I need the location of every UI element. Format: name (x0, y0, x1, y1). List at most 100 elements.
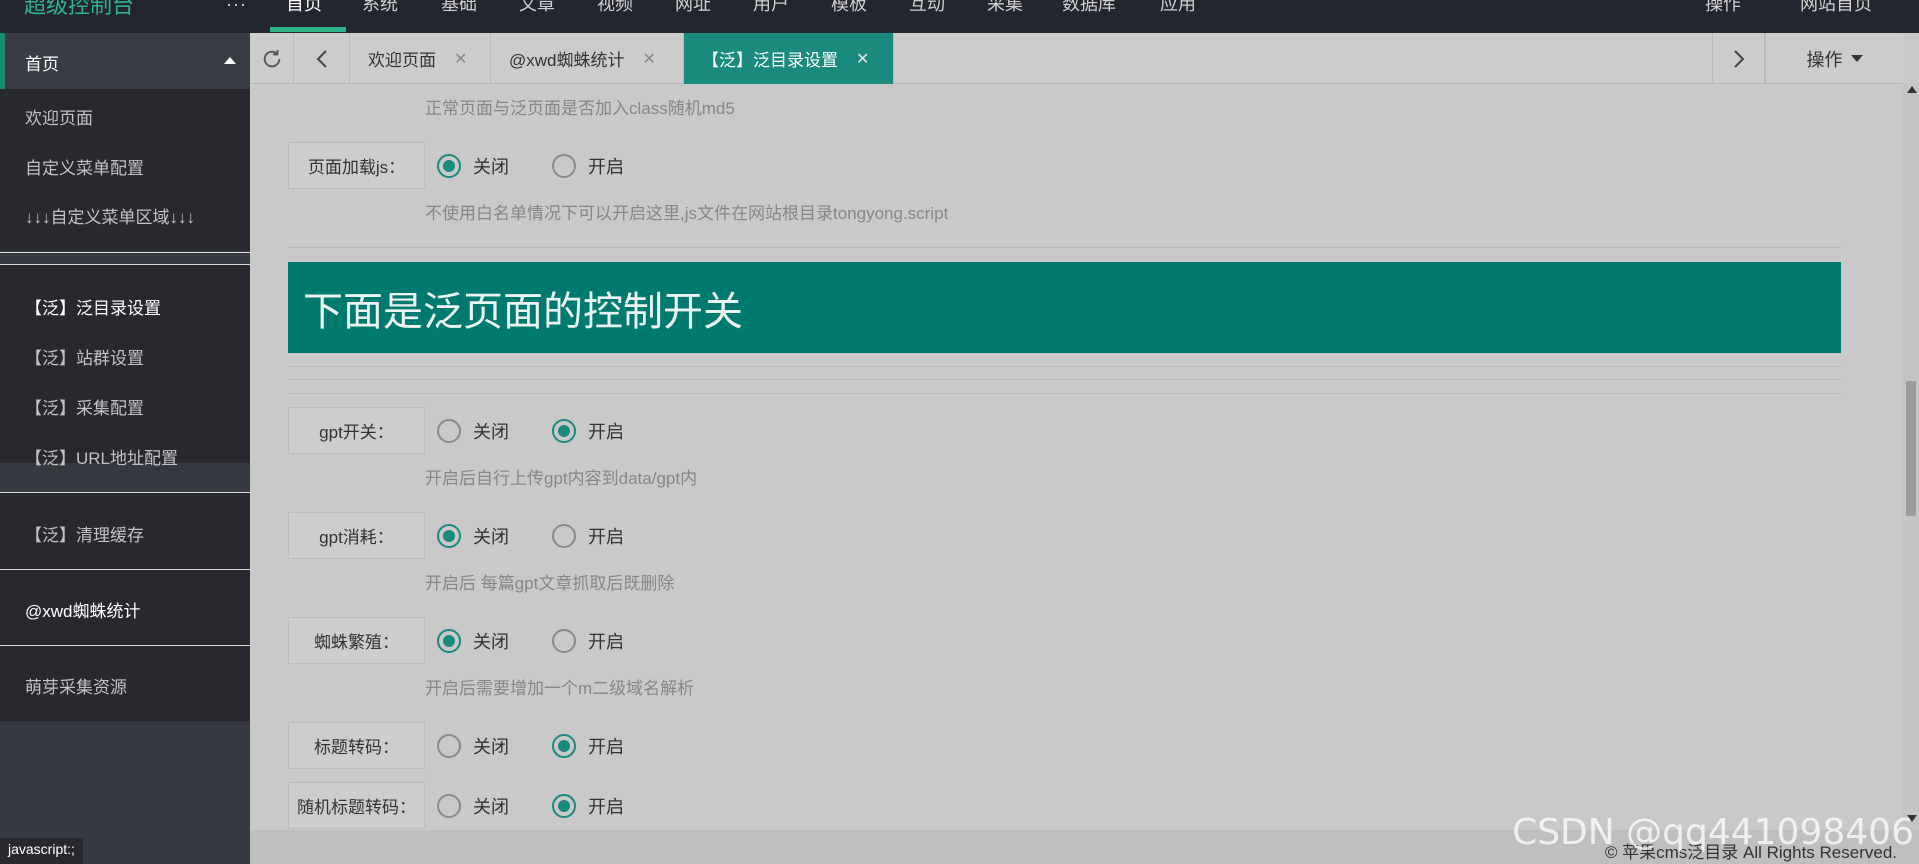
more-menu-icon[interactable]: ··· (226, 0, 247, 15)
radio-label: 开启 (588, 632, 624, 652)
section-banner: 下面是泛页面的控制开关 (288, 262, 1841, 353)
status-bar-link: javascript:; (0, 838, 83, 864)
vertical-scrollbar[interactable] (1903, 84, 1919, 830)
csdn-watermark: CSDN @qq441098406 (1512, 812, 1914, 853)
radio-page-js-on[interactable]: 开启 (552, 153, 624, 179)
field-label-title-transcode: 标题转码： (288, 722, 425, 769)
sidebar-divider (0, 264, 250, 265)
field-hint: 正常页面与泛页面是否加入class随机md5 (425, 99, 735, 118)
radio-label: 关闭 (473, 527, 509, 547)
sidebar-item-welcome[interactable]: 欢迎页面 (25, 104, 93, 129)
sidebar-item-site-group[interactable]: 【泛】站群设置 (25, 344, 144, 369)
field-hint: 不使用白名单情况下可以开启这里,js文件在网站根目录tongyong.scrip… (425, 204, 949, 223)
radio-checked-icon (437, 524, 461, 548)
sidebar-head-label: 首页 (25, 55, 59, 74)
sidebar-item-custom-menu[interactable]: 自定义菜单配置 (25, 154, 144, 179)
field-label-spider-breed: 蜘蛛繁殖： (288, 617, 425, 664)
tab-label: 【泛】泛目录设置 (702, 51, 838, 70)
divider (288, 247, 1841, 248)
sidebar-head-home[interactable]: 首页 (0, 33, 250, 89)
nav-article[interactable]: 文章 (519, 0, 555, 16)
close-icon[interactable]: ✕ (643, 49, 656, 69)
tab-bar: 欢迎页面 ✕ @xwd蜘蛛统计 ✕ 【泛】泛目录设置 ✕ 操作 (250, 33, 1903, 84)
radio-gpt-switch-on[interactable]: 开启 (552, 418, 624, 444)
sidebar-item-collect-config[interactable]: 【泛】采集配置 (25, 394, 144, 419)
tab-prev-icon[interactable] (294, 33, 350, 84)
refresh-icon[interactable] (250, 33, 294, 84)
tab-spider-stats[interactable]: @xwd蜘蛛统计 ✕ (491, 33, 684, 84)
radio-unchecked-icon (552, 629, 576, 653)
close-icon[interactable]: ✕ (856, 49, 869, 69)
field-hint: 开启后需要增加一个m二级域名解析 (425, 679, 695, 698)
app-logo[interactable]: 超级控制台 (24, 0, 134, 20)
tab-fan-dir-settings[interactable]: 【泛】泛目录设置 ✕ (684, 33, 894, 84)
radio-label: 开启 (588, 157, 624, 177)
divider (288, 393, 1841, 394)
nav-template[interactable]: 模板 (831, 0, 867, 16)
scrollbar-thumb[interactable] (1906, 381, 1916, 516)
radio-label: 关闭 (473, 737, 509, 757)
caret-up-icon (224, 57, 236, 64)
caret-down-icon (1850, 55, 1863, 62)
radio-unchecked-icon (552, 154, 576, 178)
nav-collect[interactable]: 采集 (987, 0, 1023, 16)
sidebar-item-clear-cache[interactable]: 【泛】清理缓存 (25, 521, 144, 546)
tab-label: 欢迎页面 (368, 51, 436, 70)
radio-label: 开启 (588, 422, 624, 442)
radio-page-js-off[interactable]: 关闭 (437, 153, 509, 179)
sidebar: 首页 欢迎页面 自定义菜单配置 ↓↓↓自定义菜单区域↓↓↓ 【泛】泛目录设置 【… (0, 33, 250, 864)
nav-basic[interactable]: 基础 (441, 0, 477, 16)
sidebar-divider (0, 252, 250, 253)
radio-checked-icon (437, 629, 461, 653)
radio-spider-breed-off[interactable]: 关闭 (437, 628, 509, 654)
settings-form: 正常页面与泛页面是否加入class随机md5 页面加载js： 关闭 开启 不使用… (250, 85, 1903, 830)
radio-label: 关闭 (473, 632, 509, 652)
sidebar-item-mengya[interactable]: 萌芽采集资源 (25, 673, 127, 698)
radio-unchecked-icon (552, 524, 576, 548)
top-navbar: 超级控制台 ··· 首页 系统 基础 文章 视频 网址 用户 模板 互动 采集 … (0, 0, 1919, 33)
radio-gpt-switch-off[interactable]: 关闭 (437, 418, 509, 444)
nav-user[interactable]: 用户 (753, 0, 789, 16)
operations-label: 操作 (1806, 49, 1843, 70)
nav-url[interactable]: 网址 (675, 0, 711, 16)
nav-operate[interactable]: 操作 (1705, 0, 1741, 16)
radio-label: 开启 (588, 527, 624, 547)
divider (288, 366, 1841, 367)
field-hint: 开启后自行上传gpt内容到data/gpt内 (425, 469, 698, 488)
nav-interact[interactable]: 互动 (909, 0, 945, 16)
radio-spider-breed-on[interactable]: 开启 (552, 628, 624, 654)
radio-title-transcode-on[interactable]: 开启 (552, 733, 624, 759)
radio-random-title-transcode-on[interactable]: 开启 (552, 793, 624, 819)
tab-label: @xwd蜘蛛统计 (509, 51, 625, 70)
scroll-up-icon[interactable] (1907, 86, 1917, 93)
nav-home[interactable]: 首页 (286, 0, 322, 16)
field-label-page-js: 页面加载js： (288, 142, 425, 189)
radio-title-transcode-off[interactable]: 关闭 (437, 733, 509, 759)
radio-checked-icon (552, 419, 576, 443)
sidebar-item-custom-area[interactable]: ↓↓↓自定义菜单区域↓↓↓ (25, 203, 195, 228)
radio-gpt-consume-on[interactable]: 开启 (552, 523, 624, 549)
field-label-random-title-transcode: 随机标题转码： (288, 782, 425, 829)
divider (288, 379, 1841, 380)
radio-checked-icon (437, 154, 461, 178)
nav-apps[interactable]: 应用 (1160, 0, 1196, 16)
radio-unchecked-icon (437, 419, 461, 443)
radio-gpt-consume-off[interactable]: 关闭 (437, 523, 509, 549)
nav-video[interactable]: 视频 (597, 0, 633, 16)
tab-welcome[interactable]: 欢迎页面 ✕ (350, 33, 491, 84)
close-icon[interactable]: ✕ (454, 49, 467, 69)
field-label-gpt-consume: gpt消耗： (288, 512, 425, 559)
tab-operations-button[interactable]: 操作 (1765, 33, 1903, 84)
nav-site-home[interactable]: 网站首页 (1800, 0, 1872, 16)
radio-checked-icon (552, 734, 576, 758)
radio-label: 关闭 (473, 797, 509, 817)
tab-next-icon[interactable] (1712, 33, 1765, 84)
sidebar-item-fan-dir[interactable]: 【泛】泛目录设置 (25, 294, 161, 319)
nav-database[interactable]: 数据库 (1062, 0, 1116, 16)
nav-active-indicator (270, 27, 346, 32)
nav-system[interactable]: 系统 (362, 0, 398, 16)
sidebar-item-spider-stats[interactable]: @xwd蜘蛛统计 (25, 597, 141, 622)
radio-random-title-transcode-off[interactable]: 关闭 (437, 793, 509, 819)
sidebar-item-url-config[interactable]: 【泛】URL地址配置 (25, 444, 178, 469)
radio-checked-icon (552, 794, 576, 818)
